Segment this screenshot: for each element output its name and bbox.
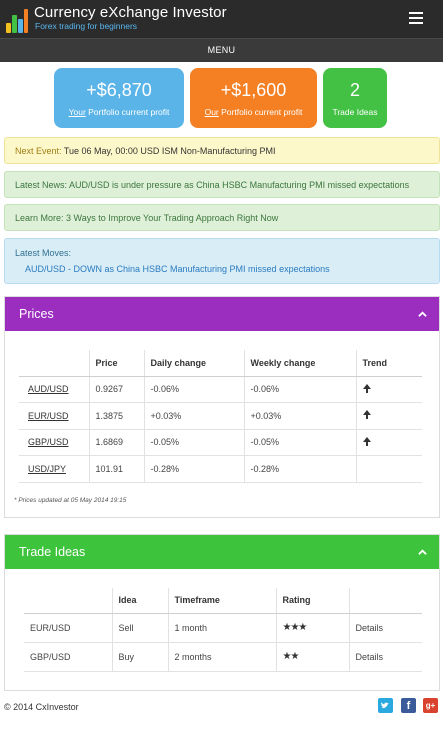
trade-ideas-card-label: Trade Ideas [332,107,378,117]
our-portfolio-link[interactable]: Our [205,107,219,117]
prices-footnote: * Prices updated at 05 May 2014 19:15 [14,497,127,504]
twitter-icon[interactable] [378,698,393,713]
next-event-label: Next Event: [15,146,62,156]
trade-ideas-table: Idea Timeframe Rating EUR/USD Sell 1 mon… [24,588,422,672]
arrow-up-icon [362,383,371,393]
price-cell: 0.9267 [88,376,144,403]
our-portfolio-suffix: Portfolio current profit [218,107,303,117]
copyright: © 2014 CxInvestor [4,702,79,712]
google-plus-icon[interactable]: g+ [423,698,438,713]
trade-ideas-title: Trade Ideas [19,545,86,559]
table-row: USD/JPY 101.91 -0.28% -0.28% [19,455,422,483]
rating-stars: ★★★ [275,613,349,643]
hamburger-menu-icon[interactable] [409,12,423,24]
table-row: GBP/USD Buy 2 months ★★ Details [24,642,422,672]
latest-news-alert: Latest News: AUD/USD is under pressure a… [4,171,440,198]
pair-link[interactable]: USD/JPY [19,455,89,483]
trend-cell [355,429,422,456]
arrow-up-icon [362,410,371,420]
weekly-change-cell: -0.05% [243,429,356,456]
column-header: Price [88,350,144,377]
latest-news-label: Latest News: [15,180,68,190]
details-link[interactable]: Details [348,642,422,672]
column-header [348,588,422,614]
column-header: Weekly change [243,350,356,377]
pair-link[interactable]: EUR/USD [19,402,89,430]
daily-change-cell: +0.03% [143,402,244,430]
rating-stars: ★★ [275,642,349,672]
daily-change-cell: -0.06% [143,376,244,403]
idea-cell: Sell [111,613,168,643]
trend-cell [355,455,422,483]
latest-moves-alert: Latest Moves: AUD/USD - DOWN as China HS… [4,238,440,284]
table-header-row: Price Daily change Weekly change Trend [19,350,422,377]
table-row: AUD/USD 0.9267 -0.06% -0.06% [19,376,422,403]
weekly-change-cell: -0.28% [243,455,356,483]
our-portfolio-card[interactable]: +$1,600 Our Portfolio current profit [190,68,317,128]
table-row: GBP/USD 1.6869 -0.05% -0.05% [19,429,422,456]
arrow-up-icon [362,436,371,446]
chevron-up-icon[interactable] [418,548,427,557]
our-portfolio-profit: +$1,600 [220,80,287,100]
column-header [19,350,89,377]
daily-change-cell: -0.05% [143,429,244,456]
price-cell: 1.6869 [88,429,144,456]
learn-more-label: Learn More: [15,213,64,223]
pair-cell: EUR/USD [24,613,112,643]
menu-button[interactable]: MENU [0,45,443,55]
our-portfolio-label: Our Portfolio current profit [190,107,317,117]
trend-cell [355,402,422,430]
learn-more-alert: Learn More: 3 Ways to Improve Your Tradi… [4,204,440,231]
timeframe-cell: 2 months [167,642,276,672]
table-row: EUR/USD 1.3875 +0.03% +0.03% [19,402,422,430]
your-portfolio-suffix: Portfolio current profit [85,107,170,117]
daily-change-cell: -0.28% [143,455,244,483]
pair-cell: GBP/USD [24,642,112,672]
column-header: Idea [111,588,168,614]
price-cell: 1.3875 [88,402,144,430]
table-header-row: Idea Timeframe Rating [24,588,422,614]
timeframe-cell: 1 month [167,613,276,643]
latest-news-text[interactable]: AUD/USD is under pressure as China HSBC … [67,180,409,190]
column-header: Trend [355,350,422,377]
pair-link[interactable]: AUD/USD [19,376,89,403]
weekly-change-cell: -0.06% [243,376,356,403]
your-portfolio-label: Your Portfolio current profit [54,107,184,117]
facebook-icon[interactable]: f [401,698,416,713]
trade-ideas-card[interactable]: 2 Trade Ideas [323,68,387,128]
next-event-alert: Next Event: Tue 06 May, 00:00 USD ISM No… [4,137,440,164]
menu-bar: MENU [0,38,443,62]
column-header: Timeframe [167,588,276,614]
your-portfolio-card[interactable]: +$6,870 Your Portfolio current profit [54,68,184,128]
table-row: EUR/USD Sell 1 month ★★★ Details [24,613,422,643]
site-title[interactable]: Currency eXchange Investor [34,4,227,21]
weekly-change-cell: +0.03% [243,402,356,430]
learn-more-text[interactable]: 3 Ways to Improve Your Trading Approach … [64,213,278,223]
price-cell: 101.91 [88,455,144,483]
logo-icon [6,5,28,33]
pair-link[interactable]: GBP/USD [19,429,89,456]
trend-cell [355,376,422,403]
column-header [24,588,112,614]
next-event-text: Tue 06 May, 00:00 USD ISM Non-Manufactur… [61,146,276,156]
your-portfolio-link[interactable]: Your [69,107,86,117]
latest-moves-label: Latest Moves: [15,248,72,258]
prices-table: Price Daily change Weekly change Trend A… [19,350,422,483]
top-navbar: Currency eXchange Investor Forex trading… [0,0,443,38]
chevron-up-icon[interactable] [418,310,427,319]
latest-moves-link[interactable]: AUD/USD - DOWN as China HSBC Manufacturi… [15,264,439,274]
your-portfolio-profit: +$6,870 [86,80,152,100]
column-header: Rating [275,588,349,614]
details-link[interactable]: Details [348,613,422,643]
site-tagline: Forex trading for beginners [35,21,138,31]
idea-cell: Buy [111,642,168,672]
prices-title: Prices [19,307,54,321]
column-header: Daily change [143,350,244,377]
trade-ideas-panel-header[interactable]: Trade Ideas [5,535,439,569]
trade-ideas-count: 2 [349,80,360,100]
prices-panel-header[interactable]: Prices [5,297,439,331]
